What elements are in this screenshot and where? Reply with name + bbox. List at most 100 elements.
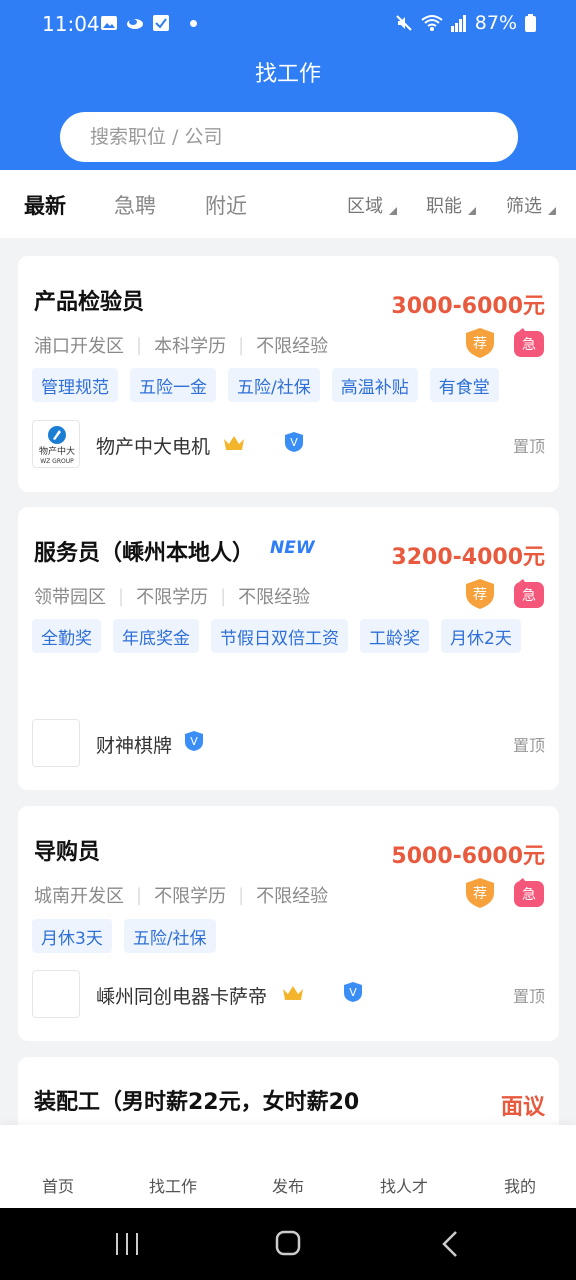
verified-icon: V [344,982,362,1002]
company-name[interactable]: 财神棋牌 [96,731,172,758]
urgent-badge-icon: 急 [514,579,544,608]
signal-icon [450,15,466,32]
new-label: NEW [270,538,315,558]
job-title: 服务员（嵊州本地人） [34,541,255,566]
crown-icon [224,436,244,450]
filter-area[interactable]: 区域 [347,192,397,218]
page-title: 找工作 [254,62,321,87]
verified-label: V [290,436,298,449]
nav-find-job[interactable]: 找工作 [128,1173,218,1197]
job-education: 不限学历 [136,587,209,608]
verified-icon: V [285,432,303,452]
filter-more-label: 筛选 [506,196,542,217]
filter-function-label: 职能 [426,196,462,217]
status-right: 87% [395,12,536,34]
job-tag: 五险/社保 [228,368,320,402]
job-location: 城南开发区 [34,886,124,907]
company-name[interactable]: 物产中大电机 [96,432,210,459]
search-box[interactable] [60,112,518,162]
job-tag: 高温补贴 [331,368,418,402]
urgent-badge-label: 急 [522,337,536,353]
verified-icon: V [185,731,203,751]
job-experience: 不限经验 [256,886,329,907]
job-salary: 5000-6000元 [391,844,545,869]
job-location: 领带园区 [34,587,106,608]
company-logo-subtext: WZ GROUP [40,458,74,465]
job-experience: 不限经验 [238,587,311,608]
back-icon[interactable] [441,1230,459,1258]
pin-label: 置顶 [512,987,545,1006]
job-tag: 节假日双倍工资 [211,619,348,653]
job-tag: 月休3天 [32,919,112,953]
job-card[interactable]: 导购员 5000-6000元 城南开发区 | 不限学历 | 不限经验 荐 急 月休3… [18,806,559,1041]
system-nav-bar [0,1208,576,1280]
tab-nearby[interactable]: 附近 [205,190,247,220]
job-tags: 全勤奖 年底奖金 节假日双倍工资 工龄奖 月休2天 [32,619,532,653]
cloud-icon [127,19,143,29]
urgent-badge-icon: 急 [514,878,544,907]
status-bar: 11:04 87% [0,0,576,50]
job-education: 本科学历 [154,336,227,357]
job-tags: 月休3天 五险/社保 [32,919,532,953]
recommend-badge-label: 荐 [473,886,487,902]
company-logo [32,970,80,1018]
recommend-badge-icon: 荐 [466,328,494,358]
filter-function[interactable]: 职能 [426,192,476,218]
nav-home[interactable]: 首页 [13,1173,103,1197]
company-name[interactable]: 嵊州同创电器卡萨帝 [96,982,267,1009]
nav-mine[interactable]: 我的 [475,1173,565,1197]
pin-label: 置顶 [512,736,545,755]
battery-icon [525,14,536,32]
recent-apps-icon[interactable] [114,1232,140,1256]
filter-area-label: 区域 [347,196,383,217]
bottom-nav: 首页 找工作 发布 找人才 我的 [0,1125,576,1208]
tab-urgent[interactable]: 急聘 [114,190,156,220]
header: 11:04 87% 找工作 [0,0,576,170]
verified-label: V [349,986,357,999]
nav-publish[interactable]: 发布 [243,1173,333,1197]
recommend-badge-icon: 荐 [466,579,494,609]
filter-more[interactable]: 筛选 [506,192,556,218]
job-tag: 五险/社保 [123,919,216,953]
job-tag: 有食堂 [429,368,499,402]
job-tag: 工龄奖 [360,619,429,653]
gallery-icon [101,16,117,30]
battery-text: 87% [474,12,517,34]
job-salary: 3000-6000元 [391,294,545,319]
job-tag: 月休2天 [441,619,521,653]
job-card[interactable]: 服务员（嵊州本地人） NEW 3200-4000元 领带园区 | 不限学历 | 不限… [18,507,559,790]
company-logo-text: 物产中大 [39,445,75,457]
job-education: 不限学历 [154,886,227,907]
job-experience: 不限经验 [256,336,329,357]
job-location: 浦口开发区 [34,336,124,357]
nav-find-talent[interactable]: 找人才 [359,1173,449,1197]
mute-icon [396,15,412,31]
recommend-badge-label: 荐 [473,587,487,603]
more-notifications-dot [190,19,197,27]
job-meta: 城南开发区 | 不限学历 | 不限经验 [34,882,328,908]
job-salary: 面议 [500,1095,545,1120]
verified-label: V [190,735,198,748]
tab-latest[interactable]: 最新 [24,190,66,220]
job-tag: 年底奖金 [113,619,199,653]
company-logo: 物产中大 WZ GROUP [32,420,80,468]
company-logo [32,719,80,767]
job-meta: 领带园区 | 不限学历 | 不限经验 [34,583,310,609]
search-input[interactable] [60,112,518,162]
recommend-badge-icon: 荐 [466,878,494,908]
wifi-icon [421,15,443,31]
home-icon[interactable] [275,1230,301,1256]
job-tag: 管理规范 [32,368,118,402]
filter-bar: 最新 急聘 附近 区域 职能 筛选 [0,170,576,238]
urgent-badge-label: 急 [522,588,536,604]
job-title: 产品检验员 [34,290,145,315]
job-tag: 五险一金 [130,368,216,402]
notification-icons [100,14,197,32]
status-time: 11:04 [42,12,100,36]
urgent-badge-label: 急 [522,887,536,903]
job-meta: 浦口开发区 | 本科学历 | 不限经验 [34,332,328,358]
dropdown-triangle-icon [548,207,556,215]
job-card[interactable]: 产品检验员 3000-6000元 浦口开发区 | 本科学历 | 不限经验 荐 急 管… [18,256,559,492]
job-salary: 3200-4000元 [391,545,545,570]
recommend-badge-label: 荐 [473,336,487,352]
